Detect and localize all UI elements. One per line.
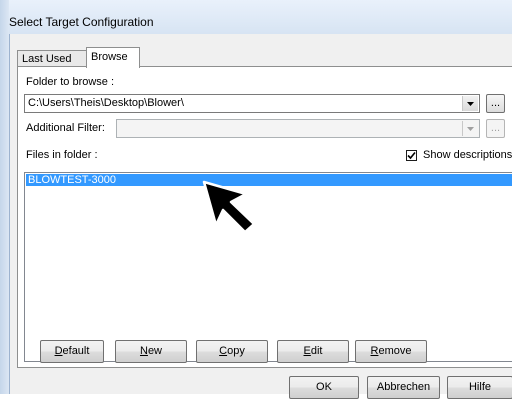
tab-last-used-label: Last Used [22, 53, 72, 65]
browse-tab-panel: Folder to browse : C:\Users\Theis\Deskto… [17, 66, 512, 368]
dialog-client-area: Last Used Browse Folder to browse : C:\U… [9, 34, 512, 399]
tab-browse-label: Browse [91, 51, 128, 63]
default-mnemonic: D [54, 345, 63, 357]
filter-browse-button[interactable]: ... [486, 119, 505, 138]
cancel-button[interactable]: Abbrechen [367, 376, 440, 399]
show-descriptions-option[interactable]: Show descriptions [406, 149, 512, 161]
select-target-dialog: Select Target Configuration Last Used Br… [0, 0, 512, 399]
edit-button[interactable]: Edit [277, 340, 349, 363]
copy-label-rest: opy [227, 345, 245, 357]
combo-arrow-icon[interactable] [462, 121, 478, 136]
list-item[interactable]: BLOWTEST-3000 [26, 174, 512, 186]
remove-button[interactable]: Remove [355, 340, 427, 363]
folder-combobox[interactable]: C:\Users\Theis\Desktop\Blower\ [24, 94, 480, 113]
ok-button[interactable]: OK [289, 376, 359, 399]
show-descriptions-label: Show descriptions [423, 149, 512, 161]
file-name: BLOWTEST-3000 [28, 174, 117, 186]
new-label-rest: ew [147, 345, 162, 357]
folder-label: Folder to browse : [26, 76, 115, 88]
filter-label: Additional Filter: [26, 122, 105, 134]
tab-last-used[interactable]: Last Used [17, 50, 87, 67]
filter-combobox[interactable] [116, 119, 480, 138]
combo-arrow-icon[interactable] [462, 96, 478, 111]
help-button[interactable]: Hilfe [447, 376, 512, 399]
new-button[interactable]: New [115, 340, 187, 363]
folder-path-value: C:\Users\Theis\Desktop\Blower\ [28, 97, 184, 109]
edit-label-rest: dit [310, 345, 323, 357]
default-label-rest: efault [62, 345, 90, 357]
new-mnemonic: N [139, 345, 148, 357]
copy-mnemonic: C [219, 345, 228, 357]
copy-button[interactable]: Copy [196, 340, 268, 363]
remove-label-rest: emove [378, 345, 412, 357]
files-label: Files in folder : [26, 149, 98, 161]
window-left-border [0, 0, 9, 394]
show-descriptions-checkbox[interactable] [406, 149, 417, 161]
files-listbox[interactable]: BLOWTEST-3000 [24, 172, 512, 362]
tab-browse[interactable]: Browse [86, 47, 140, 68]
checkmark-icon [407, 151, 416, 159]
folder-browse-button[interactable]: ... [486, 94, 505, 113]
mouse-cursor-icon [202, 180, 256, 234]
window-title: Select Target Configuration [9, 15, 154, 29]
title-bar: Select Target Configuration [0, 0, 512, 34]
edit-mnemonic: E [303, 345, 311, 357]
default-button[interactable]: Default [40, 340, 104, 363]
